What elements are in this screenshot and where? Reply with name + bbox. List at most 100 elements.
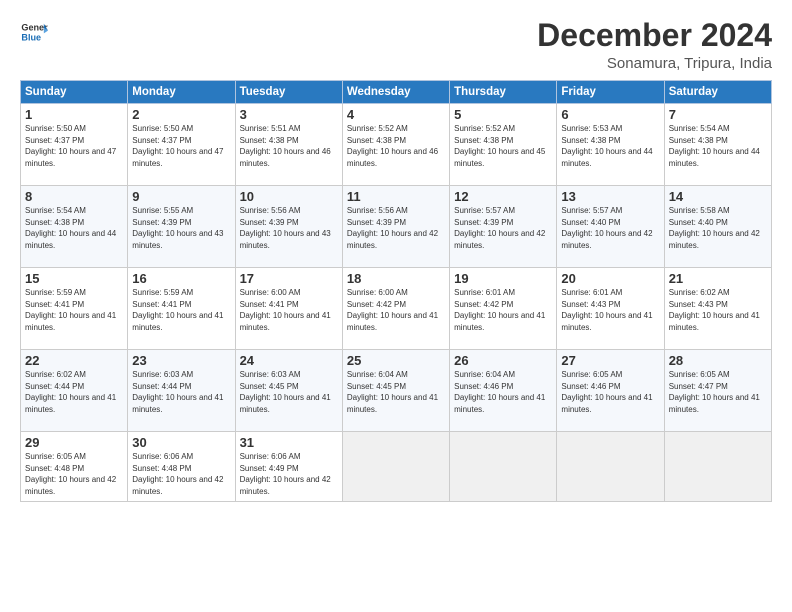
cell-info: Sunrise: 5:50 AMSunset: 4:37 PMDaylight:… xyxy=(25,124,116,168)
table-row xyxy=(450,432,557,501)
table-row: 23 Sunrise: 6:03 AMSunset: 4:44 PMDaylig… xyxy=(128,350,235,432)
day-number: 18 xyxy=(347,271,445,286)
table-row: 3 Sunrise: 5:51 AMSunset: 4:38 PMDayligh… xyxy=(235,104,342,186)
day-number: 20 xyxy=(561,271,659,286)
cell-info: Sunrise: 5:56 AMSunset: 4:39 PMDaylight:… xyxy=(347,206,438,250)
cell-info: Sunrise: 5:52 AMSunset: 4:38 PMDaylight:… xyxy=(347,124,438,168)
table-row: 28 Sunrise: 6:05 AMSunset: 4:47 PMDaylig… xyxy=(664,350,771,432)
table-row: 12 Sunrise: 5:57 AMSunset: 4:39 PMDaylig… xyxy=(450,186,557,268)
table-row: 31 Sunrise: 6:06 AMSunset: 4:49 PMDaylig… xyxy=(235,432,342,501)
table-row xyxy=(342,432,449,501)
day-number: 3 xyxy=(240,107,338,122)
table-row: 10 Sunrise: 5:56 AMSunset: 4:39 PMDaylig… xyxy=(235,186,342,268)
cell-info: Sunrise: 5:56 AMSunset: 4:39 PMDaylight:… xyxy=(240,206,331,250)
table-row: 7 Sunrise: 5:54 AMSunset: 4:38 PMDayligh… xyxy=(664,104,771,186)
cell-info: Sunrise: 6:03 AMSunset: 4:44 PMDaylight:… xyxy=(132,370,223,414)
table-row: 16 Sunrise: 5:59 AMSunset: 4:41 PMDaylig… xyxy=(128,268,235,350)
table-row: 9 Sunrise: 5:55 AMSunset: 4:39 PMDayligh… xyxy=(128,186,235,268)
day-number: 31 xyxy=(240,435,338,450)
cell-info: Sunrise: 6:05 AMSunset: 4:47 PMDaylight:… xyxy=(669,370,760,414)
calendar-week-row: 22 Sunrise: 6:02 AMSunset: 4:44 PMDaylig… xyxy=(21,350,772,432)
day-number: 15 xyxy=(25,271,123,286)
day-number: 12 xyxy=(454,189,552,204)
col-thursday: Thursday xyxy=(450,81,557,104)
cell-info: Sunrise: 6:06 AMSunset: 4:49 PMDaylight:… xyxy=(240,452,331,496)
day-number: 17 xyxy=(240,271,338,286)
col-sunday: Sunday xyxy=(21,81,128,104)
logo: General Blue xyxy=(20,18,48,46)
day-number: 23 xyxy=(132,353,230,368)
cell-info: Sunrise: 6:04 AMSunset: 4:46 PMDaylight:… xyxy=(454,370,545,414)
calendar-week-row: 15 Sunrise: 5:59 AMSunset: 4:41 PMDaylig… xyxy=(21,268,772,350)
col-wednesday: Wednesday xyxy=(342,81,449,104)
day-number: 22 xyxy=(25,353,123,368)
cell-info: Sunrise: 5:57 AMSunset: 4:39 PMDaylight:… xyxy=(454,206,545,250)
cell-info: Sunrise: 5:59 AMSunset: 4:41 PMDaylight:… xyxy=(25,288,116,332)
day-number: 27 xyxy=(561,353,659,368)
table-row: 19 Sunrise: 6:01 AMSunset: 4:42 PMDaylig… xyxy=(450,268,557,350)
day-number: 2 xyxy=(132,107,230,122)
day-number: 21 xyxy=(669,271,767,286)
cell-info: Sunrise: 5:54 AMSunset: 4:38 PMDaylight:… xyxy=(669,124,760,168)
day-number: 5 xyxy=(454,107,552,122)
day-number: 9 xyxy=(132,189,230,204)
page: General Blue December 2024 Sonamura, Tri… xyxy=(0,0,792,612)
day-number: 13 xyxy=(561,189,659,204)
day-number: 11 xyxy=(347,189,445,204)
day-number: 29 xyxy=(25,435,123,450)
cell-info: Sunrise: 5:53 AMSunset: 4:38 PMDaylight:… xyxy=(561,124,652,168)
table-row: 29 Sunrise: 6:05 AMSunset: 4:48 PMDaylig… xyxy=(21,432,128,501)
table-row: 4 Sunrise: 5:52 AMSunset: 4:38 PMDayligh… xyxy=(342,104,449,186)
table-row xyxy=(557,432,664,501)
calendar-header-row: Sunday Monday Tuesday Wednesday Thursday… xyxy=(21,81,772,104)
cell-info: Sunrise: 5:50 AMSunset: 4:37 PMDaylight:… xyxy=(132,124,223,168)
table-row: 5 Sunrise: 5:52 AMSunset: 4:38 PMDayligh… xyxy=(450,104,557,186)
cell-info: Sunrise: 6:01 AMSunset: 4:42 PMDaylight:… xyxy=(454,288,545,332)
svg-text:Blue: Blue xyxy=(21,32,41,42)
cell-info: Sunrise: 6:03 AMSunset: 4:45 PMDaylight:… xyxy=(240,370,331,414)
table-row: 17 Sunrise: 6:00 AMSunset: 4:41 PMDaylig… xyxy=(235,268,342,350)
table-row: 15 Sunrise: 5:59 AMSunset: 4:41 PMDaylig… xyxy=(21,268,128,350)
cell-info: Sunrise: 5:57 AMSunset: 4:40 PMDaylight:… xyxy=(561,206,652,250)
day-number: 24 xyxy=(240,353,338,368)
day-number: 4 xyxy=(347,107,445,122)
cell-info: Sunrise: 6:06 AMSunset: 4:48 PMDaylight:… xyxy=(132,452,223,496)
day-number: 8 xyxy=(25,189,123,204)
day-number: 26 xyxy=(454,353,552,368)
header: General Blue December 2024 Sonamura, Tri… xyxy=(20,18,772,72)
cell-info: Sunrise: 6:05 AMSunset: 4:48 PMDaylight:… xyxy=(25,452,116,496)
day-number: 16 xyxy=(132,271,230,286)
day-number: 7 xyxy=(669,107,767,122)
day-number: 28 xyxy=(669,353,767,368)
cell-info: Sunrise: 6:00 AMSunset: 4:42 PMDaylight:… xyxy=(347,288,438,332)
subtitle: Sonamura, Tripura, India xyxy=(537,55,772,72)
day-number: 19 xyxy=(454,271,552,286)
cell-info: Sunrise: 5:54 AMSunset: 4:38 PMDaylight:… xyxy=(25,206,116,250)
cell-info: Sunrise: 5:51 AMSunset: 4:38 PMDaylight:… xyxy=(240,124,331,168)
table-row xyxy=(664,432,771,501)
table-row: 24 Sunrise: 6:03 AMSunset: 4:45 PMDaylig… xyxy=(235,350,342,432)
col-tuesday: Tuesday xyxy=(235,81,342,104)
calendar: Sunday Monday Tuesday Wednesday Thursday… xyxy=(20,80,772,501)
cell-info: Sunrise: 6:04 AMSunset: 4:45 PMDaylight:… xyxy=(347,370,438,414)
cell-info: Sunrise: 6:02 AMSunset: 4:44 PMDaylight:… xyxy=(25,370,116,414)
table-row: 21 Sunrise: 6:02 AMSunset: 4:43 PMDaylig… xyxy=(664,268,771,350)
general-blue-logo-icon: General Blue xyxy=(20,18,48,46)
table-row: 27 Sunrise: 6:05 AMSunset: 4:46 PMDaylig… xyxy=(557,350,664,432)
table-row: 20 Sunrise: 6:01 AMSunset: 4:43 PMDaylig… xyxy=(557,268,664,350)
cell-info: Sunrise: 6:02 AMSunset: 4:43 PMDaylight:… xyxy=(669,288,760,332)
calendar-week-row: 8 Sunrise: 5:54 AMSunset: 4:38 PMDayligh… xyxy=(21,186,772,268)
table-row: 11 Sunrise: 5:56 AMSunset: 4:39 PMDaylig… xyxy=(342,186,449,268)
table-row: 18 Sunrise: 6:00 AMSunset: 4:42 PMDaylig… xyxy=(342,268,449,350)
table-row: 8 Sunrise: 5:54 AMSunset: 4:38 PMDayligh… xyxy=(21,186,128,268)
table-row: 22 Sunrise: 6:02 AMSunset: 4:44 PMDaylig… xyxy=(21,350,128,432)
cell-info: Sunrise: 6:01 AMSunset: 4:43 PMDaylight:… xyxy=(561,288,652,332)
cell-info: Sunrise: 5:59 AMSunset: 4:41 PMDaylight:… xyxy=(132,288,223,332)
day-number: 25 xyxy=(347,353,445,368)
day-number: 30 xyxy=(132,435,230,450)
cell-info: Sunrise: 6:05 AMSunset: 4:46 PMDaylight:… xyxy=(561,370,652,414)
calendar-week-row: 29 Sunrise: 6:05 AMSunset: 4:48 PMDaylig… xyxy=(21,432,772,501)
cell-info: Sunrise: 5:52 AMSunset: 4:38 PMDaylight:… xyxy=(454,124,545,168)
table-row: 30 Sunrise: 6:06 AMSunset: 4:48 PMDaylig… xyxy=(128,432,235,501)
col-monday: Monday xyxy=(128,81,235,104)
